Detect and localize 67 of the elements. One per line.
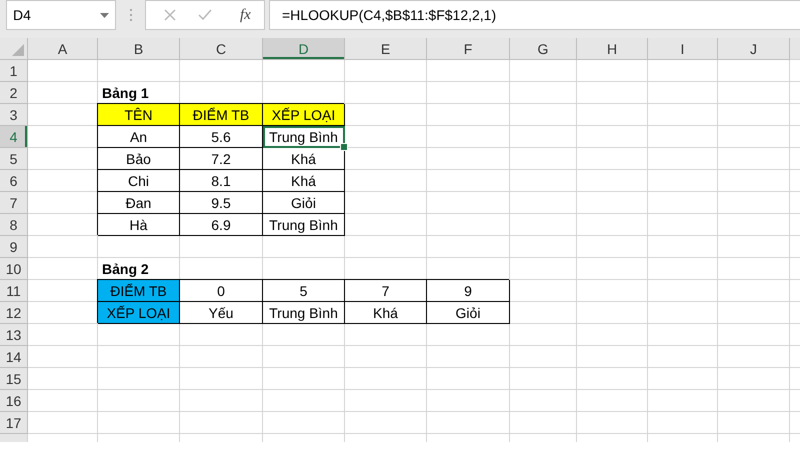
table-cell: Giỏi xyxy=(263,192,345,214)
table-cell: Trung Bình xyxy=(263,126,345,148)
column-header[interactable]: H xyxy=(577,38,648,60)
column-header[interactable]: D xyxy=(263,38,345,60)
row-header[interactable]: 17 xyxy=(0,412,28,434)
table-header-cell: XẾP LOẠI xyxy=(98,302,180,324)
column-header[interactable]: G xyxy=(510,38,577,60)
select-all-button[interactable] xyxy=(0,38,28,60)
row-header[interactable]: 7 xyxy=(0,192,28,214)
row-header[interactable]: 15 xyxy=(0,368,28,390)
column-header[interactable]: F xyxy=(427,38,510,60)
table-cell: Hà xyxy=(98,214,180,236)
row-header[interactable]: 12 xyxy=(0,302,28,324)
column-header[interactable]: C xyxy=(180,38,263,60)
table-cell: Bảo xyxy=(98,148,180,170)
formula-field[interactable]: =HLOOKUP(C4,$B$11:$F$12,2,1) xyxy=(269,0,800,30)
row-header[interactable]: 16 xyxy=(0,390,28,412)
column-header[interactable]: B xyxy=(98,38,180,60)
table-cell: An xyxy=(98,126,180,148)
table-cell: Khá xyxy=(263,148,345,170)
table-cell: Đan xyxy=(98,192,180,214)
column-header[interactable]: A xyxy=(28,38,98,60)
row-header[interactable]: 14 xyxy=(0,346,28,368)
row-header[interactable]: 5 xyxy=(0,148,28,170)
row-header[interactable]: 3 xyxy=(0,104,28,126)
table-header-cell: TÊN xyxy=(98,104,180,126)
table-cell: 9 xyxy=(427,280,510,302)
table-header-cell: ĐIỂM TB xyxy=(98,280,180,302)
cancel-icon[interactable] xyxy=(164,9,176,21)
table-header-cell: ĐIỂM TB xyxy=(180,104,263,126)
table-cell: 7 xyxy=(345,280,427,302)
row-header[interactable]: 1 xyxy=(0,60,28,82)
name-box[interactable]: D4 xyxy=(6,0,116,30)
table-title: Bảng 2 xyxy=(101,260,150,279)
select-all-icon xyxy=(12,44,24,56)
row-header[interactable]: 9 xyxy=(0,236,28,258)
row-header[interactable]: 11 xyxy=(0,280,28,302)
fill-handle[interactable] xyxy=(340,143,348,151)
insert-function-button[interactable]: fx xyxy=(240,6,251,24)
column-header[interactable]: I xyxy=(648,38,718,60)
row-header[interactable]: 13 xyxy=(0,324,28,346)
row-header[interactable]: 8 xyxy=(0,214,28,236)
table-cell: 0 xyxy=(180,280,263,302)
table-cell: 5.6 xyxy=(180,126,263,148)
table-cell: Trung Bình xyxy=(263,214,345,236)
grip-icon xyxy=(130,8,133,22)
row-header[interactable]: 6 xyxy=(0,170,28,192)
table-cell: 8.1 xyxy=(180,170,263,192)
table-cell: 7.2 xyxy=(180,148,263,170)
check-icon[interactable] xyxy=(198,9,212,21)
column-header[interactable]: J xyxy=(718,38,790,60)
table-cell: Khá xyxy=(345,302,427,324)
table-cell: Trung Bình xyxy=(263,302,345,324)
row-header[interactable]: 2 xyxy=(0,82,28,104)
table-header-cell: XẾP LOẠI xyxy=(263,104,345,126)
table-cell: Yếu xyxy=(180,302,263,324)
table-cell: Giỏi xyxy=(427,302,510,324)
column-header[interactable]: E xyxy=(345,38,427,60)
row-header[interactable]: 10 xyxy=(0,258,28,280)
row-header[interactable]: 4 xyxy=(0,126,28,148)
table-cell: 6.9 xyxy=(180,214,263,236)
caret-icon[interactable] xyxy=(100,12,109,18)
table-cell: 9.5 xyxy=(180,192,263,214)
table-title: Bảng 1 xyxy=(101,84,150,103)
table-cell: Khá xyxy=(263,170,345,192)
table-cell: 5 xyxy=(263,280,345,302)
table-cell: Chi xyxy=(98,170,180,192)
